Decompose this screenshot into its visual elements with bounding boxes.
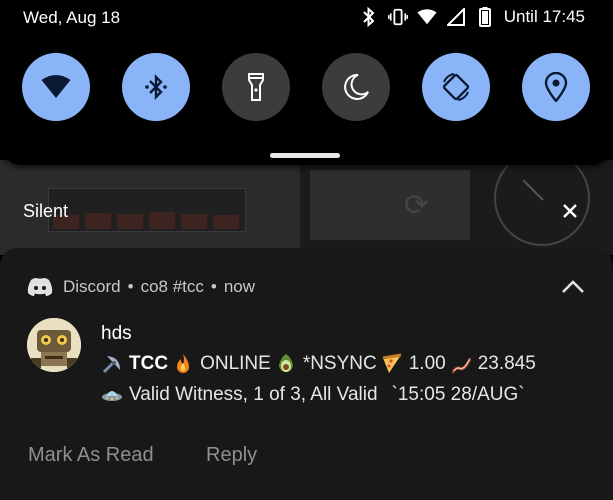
- value-2: 23.845: [477, 353, 536, 374]
- location-pin-icon: [544, 72, 568, 102]
- notification-actions: Mark As Read Reply: [0, 444, 613, 474]
- satellite-antenna-icon: [102, 356, 120, 374]
- witness-text: Valid Witness, 1 of 3, All Valid: [129, 384, 378, 405]
- tile-do-not-disturb[interactable]: [322, 53, 390, 121]
- status-online: ONLINE: [200, 353, 271, 374]
- battery-icon: [475, 6, 495, 28]
- vibrate-icon: [387, 6, 408, 28]
- signal-icon: [446, 6, 466, 28]
- dnd-until-label: Until 17:45: [503, 7, 585, 26]
- notification-app-name: Discord: [63, 277, 121, 296]
- flashlight-icon: [248, 73, 264, 101]
- bluetooth-icon: [145, 74, 167, 100]
- notification-time: now: [223, 277, 256, 296]
- avatar: [27, 318, 81, 372]
- notification-channel: co8 #tcc: [140, 277, 204, 296]
- silent-section-header: Silent: [0, 190, 613, 230]
- pizza-icon: [382, 353, 401, 373]
- ticker-label: TCC: [129, 353, 169, 374]
- message-line-1: TCC ONLINE *NSYNC 1.00 23.845: [101, 353, 536, 375]
- moon-icon: [344, 73, 369, 100]
- status-bar: Wed, Aug 18 Until 17:45: [0, 0, 613, 38]
- tile-location[interactable]: [522, 53, 590, 121]
- chevron-up-icon[interactable]: [560, 277, 586, 297]
- status-date: Wed, Aug 18: [23, 8, 121, 27]
- discord-icon: [27, 278, 53, 296]
- tile-wifi[interactable]: [22, 53, 90, 121]
- discord-notification[interactable]: Discord • co8 #tcc • now hds TCC ONLINE …: [0, 248, 613, 500]
- wifi-icon: [417, 6, 437, 28]
- reply-button[interactable]: Reply: [206, 444, 257, 467]
- silent-label: Silent: [23, 201, 69, 221]
- tile-flashlight[interactable]: [222, 53, 290, 121]
- close-icon[interactable]: [559, 200, 581, 222]
- avocado-icon: [278, 354, 293, 372]
- wifi-icon: [41, 75, 71, 98]
- flying-saucer-icon: [102, 391, 122, 401]
- sync-status: *NSYNC: [302, 353, 377, 374]
- quick-settings-tiles: [22, 53, 592, 123]
- message-timestamp: `15:05 28/AUG`: [391, 384, 525, 405]
- drag-handle[interactable]: [270, 153, 340, 158]
- bacon-icon: [451, 357, 471, 374]
- message-line-2: Valid Witness, 1 of 3, All Valid `15:05 …: [101, 384, 525, 406]
- mark-as-read-button[interactable]: Mark As Read: [28, 444, 154, 467]
- fire-icon: [177, 354, 190, 373]
- tile-auto-rotate[interactable]: [422, 53, 490, 121]
- value-1: 1.00: [408, 353, 446, 374]
- rotate-icon: [442, 73, 470, 101]
- notification-header: Discord • co8 #tcc • now: [27, 276, 255, 298]
- tile-bluetooth[interactable]: [122, 53, 190, 121]
- notification-sender: hds: [101, 323, 132, 344]
- quick-settings-shade: Wed, Aug 18 Until 17:45: [0, 0, 613, 165]
- bluetooth-icon: [359, 6, 379, 28]
- status-icons: Until 17:45: [359, 6, 585, 28]
- separator-dot: •: [210, 277, 217, 296]
- separator-dot: •: [127, 277, 134, 296]
